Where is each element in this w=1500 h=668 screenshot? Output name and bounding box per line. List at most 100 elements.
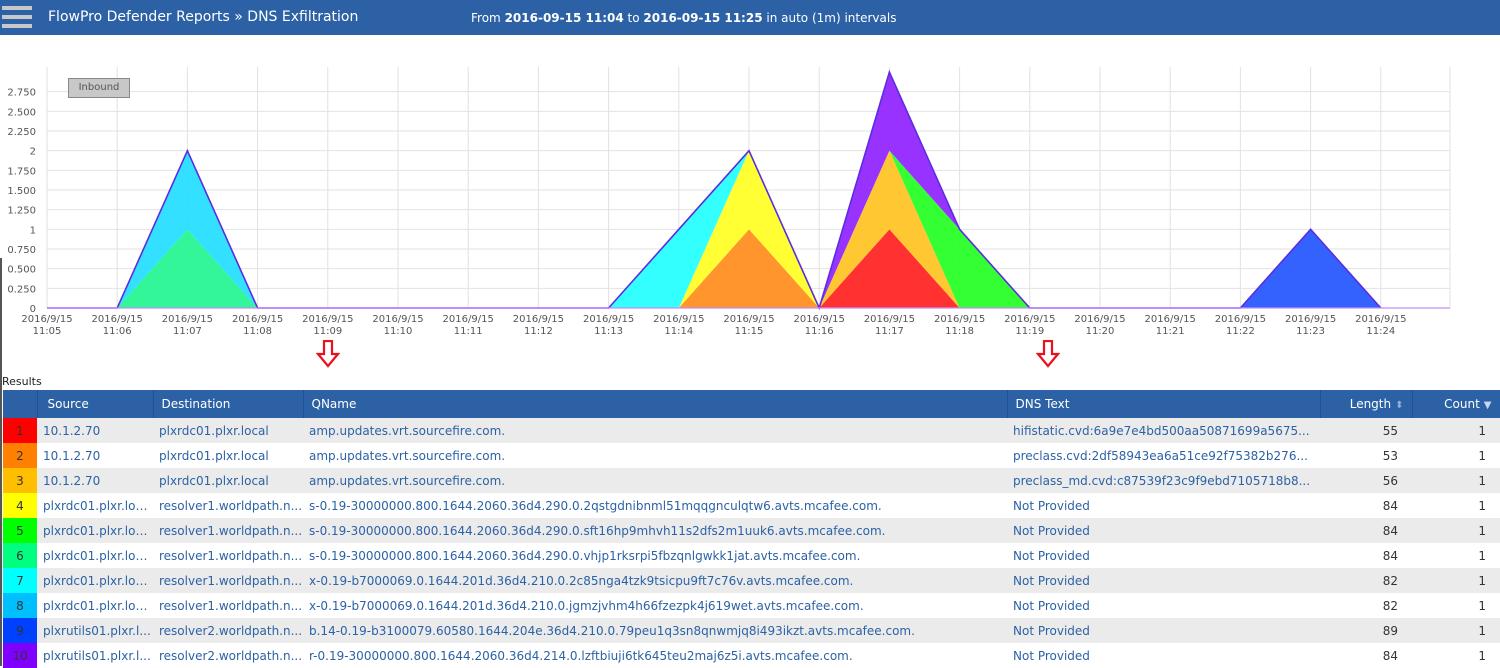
x-tick-label: 2016/9/15 11:12 [513, 314, 564, 337]
count-cell: 1 [1478, 548, 1486, 563]
x-tick-label: 2016/9/15 11:20 [1074, 314, 1125, 337]
x-tick-label: 2016/9/15 11:23 [1285, 314, 1336, 337]
dns-text-cell[interactable]: hifistatic.cvd:6a9e7e4bd500aa50871699a56… [1007, 418, 1320, 443]
source-cell[interactable]: 10.1.2.70 [37, 443, 153, 468]
destination-cell[interactable]: resolver1.worldpath.n... [153, 593, 303, 618]
range-to: 2016-09-15 11:25 [643, 11, 763, 25]
dns-text-cell[interactable]: Not Provided [1007, 543, 1320, 568]
length-cell: 56 [1382, 473, 1398, 488]
table-row[interactable]: 10 plxrutils01.plxr.l... resolver2.worldpa… [3, 643, 1500, 668]
table-row[interactable]: 9 plxrutils01.plxr.l... resolver2.worldpat… [3, 618, 1500, 643]
qname-cell[interactable]: x-0.19-b7000069.0.1644.201d.36d4.210.0.j… [303, 593, 1007, 618]
y-tick-label: 1.250 [7, 206, 36, 217]
inbound-toggle-button[interactable]: Inbound [68, 78, 130, 98]
table-row[interactable]: 4 plxrdc01.plxr.loc... resolver1.worldpath… [3, 493, 1500, 518]
destination-cell[interactable]: plxrdc01.plxr.local [153, 418, 303, 443]
destination-cell[interactable]: resolver1.worldpath.n... [153, 518, 303, 543]
column-header-dns-text[interactable]: DNS Text [1007, 390, 1321, 418]
table-row[interactable]: 1 10.1.2.70 plxrdc01.plxr.local amp.updates… [3, 418, 1500, 443]
table-row[interactable]: 5 plxrdc01.plxr.loc... resolver1.worldpath… [3, 518, 1500, 543]
count-cell: 1 [1478, 448, 1486, 463]
qname-cell[interactable]: b.14-0.19-b3100079.60580.1644.204e.36d4.… [303, 618, 1007, 643]
x-tick-label: 2016/9/15 11:06 [92, 314, 143, 337]
dns-text-cell[interactable]: Not Provided [1007, 518, 1320, 543]
top-bar: FlowPro Defender Reports » DNS Exfiltrat… [0, 0, 1500, 35]
destination-cell[interactable]: plxrdc01.plxr.local [153, 468, 303, 493]
qname-cell[interactable]: amp.updates.vrt.sourcefire.com. [303, 418, 1007, 443]
column-header-label: Destination [161, 397, 231, 411]
qname-cell[interactable]: amp.updates.vrt.sourcefire.com. [303, 443, 1007, 468]
table-row[interactable]: 2 10.1.2.70 plxrdc01.plxr.local amp.updates… [3, 443, 1500, 468]
row-index-swatch: 5 [3, 518, 37, 543]
dns-text-cell[interactable]: preclass_md.cvd:c87539f23c9f9ebd7105718b… [1007, 468, 1320, 493]
y-tick-label: 2.750 [7, 88, 36, 99]
range-from: 2016-09-15 11:04 [504, 11, 624, 25]
destination-cell[interactable]: resolver2.worldpath.n... [153, 618, 303, 643]
down-arrow-annotation-icon [1036, 340, 1060, 368]
qname-cell[interactable]: s-0.19-30000000.800.1644.2060.36d4.290.0… [303, 518, 1007, 543]
sort-both-icon[interactable]: ⬍ [1395, 400, 1403, 411]
qname-cell[interactable]: x-0.19-b7000069.0.1644.201d.36d4.210.0.2… [303, 568, 1007, 593]
dns-text-cell[interactable]: preclass.cvd:2df58943ea6a51ce92f75382b27… [1007, 443, 1320, 468]
range-to-label: to [627, 11, 640, 25]
x-tick-label: 2016/9/15 11:15 [723, 314, 774, 337]
column-header-length[interactable]: Length ⬍ [1320, 390, 1413, 418]
qname-cell[interactable]: r-0.19-30000000.800.1644.2060.36d4.214.0… [303, 643, 1007, 668]
row-index-swatch: 3 [3, 468, 37, 493]
source-cell[interactable]: plxrdc01.plxr.loc... [37, 593, 153, 618]
dns-text-cell[interactable]: Not Provided [1007, 618, 1320, 643]
row-index-swatch: 9 [3, 618, 37, 643]
hamburger-menu-icon[interactable] [2, 6, 32, 30]
table-row[interactable]: 7 plxrdc01.plxr.loc... resolver1.worldpath… [3, 568, 1500, 593]
count-cell: 1 [1478, 623, 1486, 638]
x-tick-label: 2016/9/15 11:11 [443, 314, 494, 337]
source-cell[interactable]: 10.1.2.70 [37, 418, 153, 443]
x-tick-label: 2016/9/15 11:21 [1145, 314, 1196, 337]
qname-cell[interactable]: s-0.19-30000000.800.1644.2060.36d4.290.0… [303, 493, 1007, 518]
dns-text-cell[interactable]: Not Provided [1007, 593, 1320, 618]
count-cell: 1 [1478, 573, 1486, 588]
destination-cell[interactable]: plxrdc01.plxr.local [153, 443, 303, 468]
column-header-label: DNS Text [1015, 397, 1070, 411]
table-row[interactable]: 6 plxrdc01.plxr.loc... resolver1.worldpath… [3, 543, 1500, 568]
source-cell[interactable]: plxrdc01.plxr.loc... [37, 543, 153, 568]
destination-cell[interactable]: resolver1.worldpath.n... [153, 493, 303, 518]
dns-text-cell[interactable]: Not Provided [1007, 568, 1320, 593]
table-header-row: Source Destination QName DNS Text Length… [3, 390, 1500, 418]
column-header-source[interactable]: Source [37, 390, 154, 418]
source-cell[interactable]: plxrdc01.plxr.loc... [37, 518, 153, 543]
count-cell: 1 [1478, 498, 1486, 513]
destination-cell[interactable]: resolver1.worldpath.n... [153, 568, 303, 593]
dns-text-cell[interactable]: Not Provided [1007, 643, 1320, 668]
source-cell[interactable]: plxrutils01.plxr.l... [37, 643, 153, 668]
column-header-count[interactable]: Count ▼ [1412, 390, 1500, 418]
column-header-destination[interactable]: Destination [153, 390, 304, 418]
x-tick-label: 2016/9/15 11:16 [794, 314, 845, 337]
destination-cell[interactable]: resolver1.worldpath.n... [153, 543, 303, 568]
x-tick-label: 2016/9/15 11:07 [162, 314, 213, 337]
left-border [0, 258, 2, 666]
dns-text-cell[interactable]: Not Provided [1007, 493, 1320, 518]
sort-descending-icon[interactable]: ▼ [1484, 400, 1492, 411]
destination-cell[interactable]: resolver2.worldpath.n... [153, 643, 303, 668]
length-cell: 84 [1382, 548, 1398, 563]
source-cell[interactable]: plxrutils01.plxr.l... [37, 618, 153, 643]
x-tick-label: 2016/9/15 11:17 [864, 314, 915, 337]
x-tick-label: 2016/9/15 11:13 [583, 314, 634, 337]
qname-cell[interactable]: s-0.19-30000000.800.1644.2060.36d4.290.0… [303, 543, 1007, 568]
results-label: Results [2, 375, 42, 388]
row-index-swatch: 2 [3, 443, 37, 468]
results-table: Source Destination QName DNS Text Length… [3, 390, 1500, 668]
y-tick-label: 1.750 [7, 166, 36, 177]
table-row[interactable]: 8 plxrdc01.plxr.loc... resolver1.worldpath… [3, 593, 1500, 618]
column-header-label: Source [47, 397, 89, 411]
source-cell[interactable]: plxrdc01.plxr.loc... [37, 493, 153, 518]
source-cell[interactable]: 10.1.2.70 [37, 468, 153, 493]
source-cell[interactable]: plxrdc01.plxr.loc... [37, 568, 153, 593]
range-suffix: in auto (1m) intervals [766, 11, 897, 25]
table-row[interactable]: 3 10.1.2.70 plxrdc01.plxr.local amp.updates… [3, 468, 1500, 493]
length-cell: 89 [1382, 623, 1398, 638]
y-tick-label: 2 [30, 147, 36, 158]
qname-cell[interactable]: amp.updates.vrt.sourcefire.com. [303, 468, 1007, 493]
column-header-qname[interactable]: QName [303, 390, 1008, 418]
